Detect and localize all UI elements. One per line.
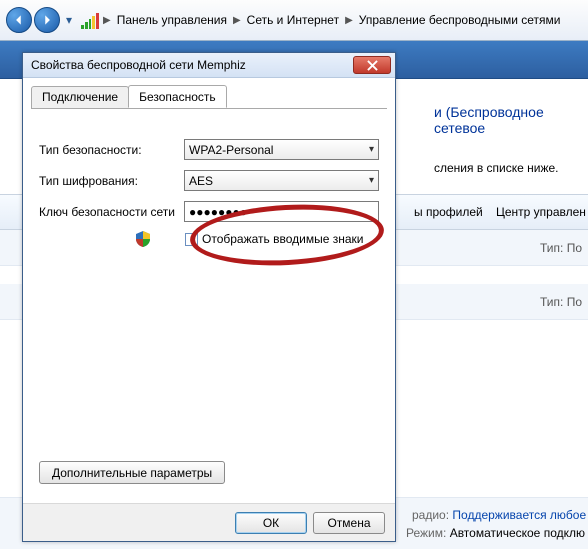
wireless-properties-dialog: Свойства беспроводной сети Memphiz Подкл… xyxy=(22,52,396,542)
chevron-right-icon: ▶ xyxy=(345,15,353,26)
close-icon xyxy=(367,60,378,71)
nav-forward-button[interactable] xyxy=(34,7,60,33)
show-characters-label: Отображать вводимые знаки xyxy=(202,232,363,246)
security-type-label: Тип безопасности: xyxy=(39,143,184,157)
page-title: и (Беспроводное сетевое xyxy=(434,104,588,136)
details-mode: Режим: Автоматическое подклю xyxy=(406,526,585,540)
network-type-label: Тип: По xyxy=(540,241,582,255)
nav-history-dropdown[interactable]: ▾ xyxy=(62,12,76,28)
chevron-down-icon: ▾ xyxy=(369,175,374,186)
network-type-label: Тип: По xyxy=(540,295,582,309)
security-form: Тип безопасности: WPA2-Personal ▾ Тип ши… xyxy=(31,109,387,254)
page-description: сления в списке ниже. xyxy=(434,161,559,175)
dialog-footer: ОК Отмена xyxy=(23,503,395,541)
dialog-tabs: Подключение Безопасность xyxy=(31,85,387,109)
uac-shield-icon xyxy=(135,231,151,247)
details-radio: радио: Поддерживается любое xyxy=(412,508,586,522)
breadcrumb[interactable]: Панель управления ▶ Сеть и Интернет ▶ Уп… xyxy=(111,0,567,40)
dialog-titlebar[interactable]: Свойства беспроводной сети Memphiz xyxy=(23,53,395,78)
chevron-right-icon: ▶ xyxy=(233,15,241,26)
nav-back-button[interactable] xyxy=(6,7,32,33)
encryption-type-select[interactable]: AES ▾ xyxy=(184,170,379,191)
cancel-button[interactable]: Отмена xyxy=(313,512,385,534)
ok-button[interactable]: ОК xyxy=(235,512,307,534)
crumb-manage-wireless[interactable]: Управление беспроводными сетями xyxy=(353,13,567,27)
crumb-control-panel[interactable]: Панель управления xyxy=(111,13,233,27)
wireless-signal-icon xyxy=(81,11,99,29)
address-bar: ▾ ▶ Панель управления ▶ Сеть и Интернет … xyxy=(0,0,588,41)
network-key-input[interactable]: ●●●●●●●● xyxy=(184,201,379,222)
tab-connection[interactable]: Подключение xyxy=(31,86,129,109)
crumb-network-internet[interactable]: Сеть и Интернет xyxy=(241,13,345,27)
chevron-down-icon: ▾ xyxy=(369,144,374,155)
toolbar-item-profiles[interactable]: ы профилей xyxy=(414,205,483,219)
chevron-right-icon: ▶ xyxy=(103,15,111,26)
tab-security[interactable]: Безопасность xyxy=(128,85,227,108)
security-type-select[interactable]: WPA2-Personal ▾ xyxy=(184,139,379,160)
network-key-label: Ключ безопасности сети xyxy=(39,205,184,219)
dialog-title: Свойства беспроводной сети Memphiz xyxy=(31,58,246,72)
encryption-type-label: Тип шифрования: xyxy=(39,174,184,188)
toolbar-item-center[interactable]: Центр управлен xyxy=(496,205,586,219)
advanced-settings-button[interactable]: Дополнительные параметры xyxy=(39,461,225,484)
show-characters-checkbox[interactable] xyxy=(185,233,198,246)
close-button[interactable] xyxy=(353,56,391,74)
